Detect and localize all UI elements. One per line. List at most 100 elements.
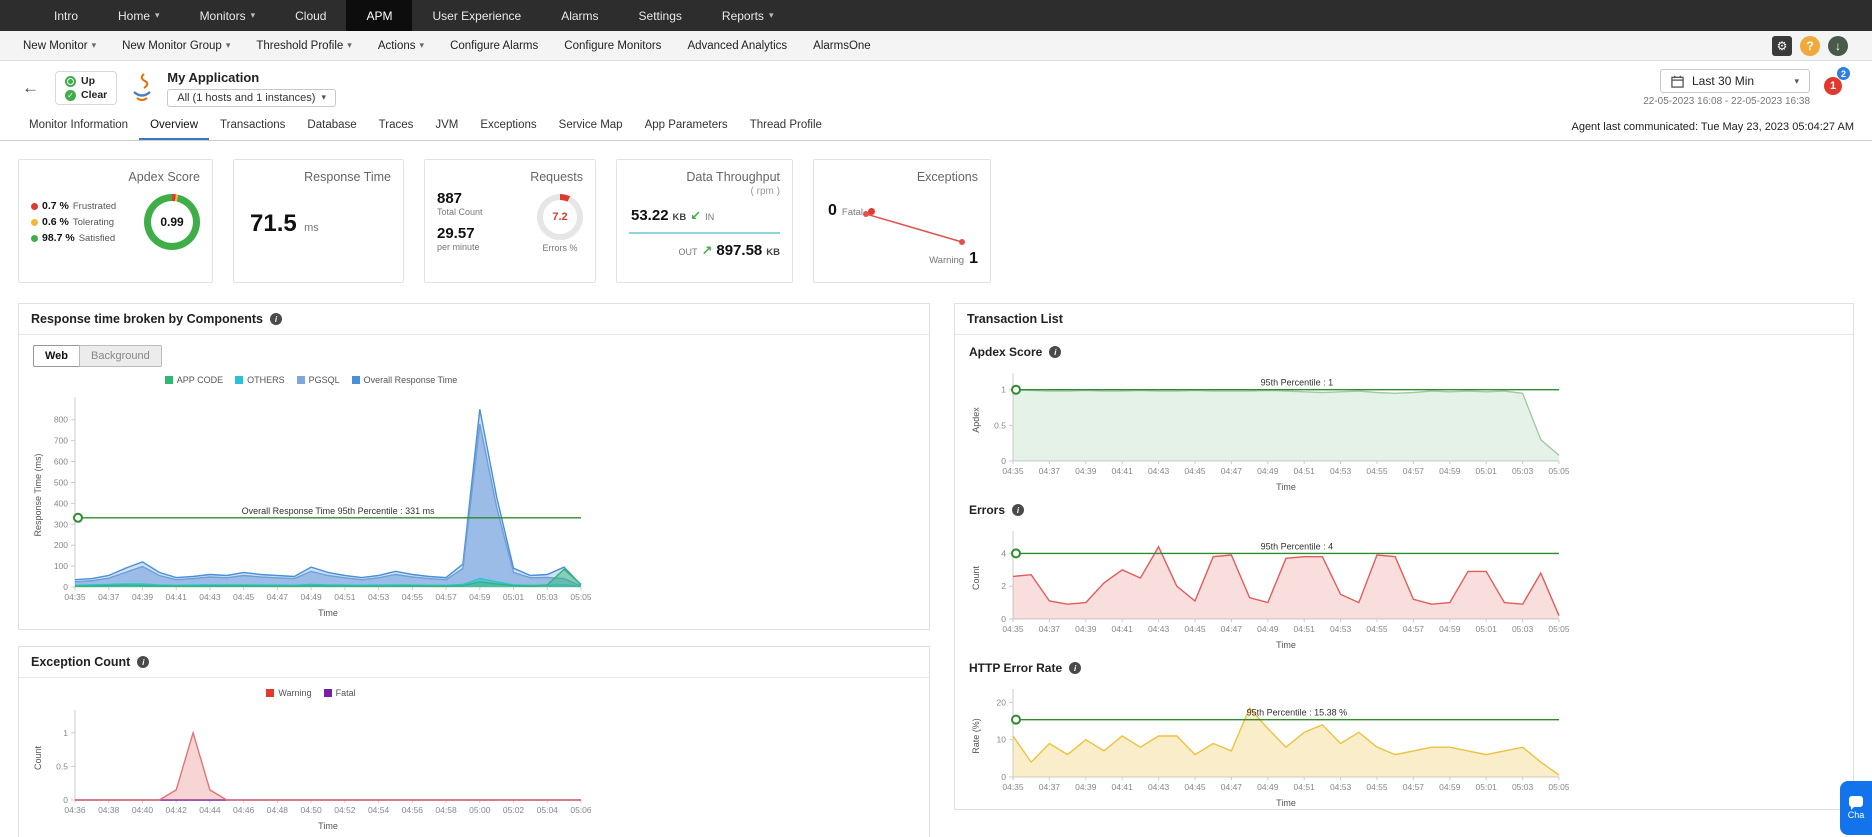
apdex_chart-svg: 0 0.5 1 04:35 04:37 04:39 04:41 04:43 04:45 04:47… [971,373,1570,492]
card-title: Apdex Score [128,170,200,184]
timeframe-dropdown[interactable]: Last 30 Min ▾ [1660,69,1810,93]
nav-settings-label: Settings [638,8,682,23]
tab-overview[interactable]: Overview [139,113,210,140]
svg-text:20: 20 [997,697,1007,707]
toggle-web[interactable]: Web [33,345,81,367]
frustrated-row: 0.7 % Frustrated [31,200,116,212]
alarmsone-button[interactable]: AlarmsOne [800,40,884,52]
tab-thread-profile[interactable]: Thread Profile [739,113,833,140]
nav-intro[interactable]: Intro [34,0,98,31]
nav-settings[interactable]: Settings [619,0,702,31]
svg-text:500: 500 [54,477,68,487]
svg-text:04:56: 04:56 [402,805,424,815]
frustrated-dot-icon [31,202,38,210]
svg-text:Rate (%): Rate (%) [971,718,981,754]
svg-text:04:49: 04:49 [300,592,322,602]
configure-alarms-button[interactable]: Configure Alarms [437,40,551,52]
apm-dashboard-page: Intro Home ▾ Monitors ▾ Cloud APM User Exp… [0,0,1872,837]
nav-user-experience[interactable]: User Experience [412,0,541,31]
monitor-status-box: Up ✓ Clear [55,71,118,105]
legend-warning[interactable]: Warning [266,688,312,698]
configure-monitors-button[interactable]: Configure Monitors [551,40,674,52]
top-navigation: Intro Home ▾ Monitors ▾ Cloud APM User Exp… [0,0,1872,31]
info-icon[interactable]: i [1012,504,1025,516]
tab-jvm[interactable]: JVM [424,113,469,140]
svg-text:04:35: 04:35 [64,592,86,602]
threshold-profile-label: Threshold Profile [256,39,344,52]
svg-text:04:55: 04:55 [1366,466,1388,476]
settings-grid-icon[interactable]: ⚙ [1772,35,1792,56]
svg-text:800: 800 [54,415,68,425]
nav-apm[interactable]: APM [346,0,413,31]
legend-app-code[interactable]: APP CODE [164,375,223,385]
nav-cloud[interactable]: Cloud [275,0,346,31]
info-icon[interactable]: i [1049,346,1062,358]
http-error-rate-chart: 0 10 20 04:35 04:37 04:39 04:41 04:43 04:45 04:47… [969,679,1570,809]
info-icon[interactable]: i [269,313,282,325]
status-up: Up [65,75,107,87]
svg-text:04:46: 04:46 [233,805,255,815]
svg-text:04:45: 04:45 [233,592,255,602]
transaction-list-header: Transaction List [955,304,1853,335]
info-icon[interactable]: i [137,656,150,668]
legend-overall-response-time[interactable]: Overall Response Time [351,375,457,385]
nav-home[interactable]: Home ▾ [98,0,180,31]
tab-traces[interactable]: Traces [368,113,425,140]
threshold-profile-button[interactable]: Threshold Profile ▾ [243,40,364,52]
nav-alarms-label: Alarms [561,8,599,23]
arrow-down-left-icon: ↙ [690,208,702,223]
toggle-background[interactable]: Background [79,345,162,367]
svg-text:04:47: 04:47 [1221,782,1243,792]
exception_count-svg: 0 0.5 1 04:36 04:38 04:40 04:42 04:44 04:46 04:48… [33,710,592,831]
advanced-analytics-button[interactable]: Advanced Analytics [674,40,800,52]
host-instance-dropdown[interactable]: All (1 hosts and 1 instances) ▾ [167,88,336,107]
tab-database[interactable]: Database [296,113,367,140]
legend-others[interactable]: OTHERS [235,375,285,385]
nav-reports[interactable]: Reports ▾ [702,0,794,31]
svg-text:04:59: 04:59 [1439,624,1461,634]
legend-pgsql[interactable]: PGSQL [296,375,340,385]
errors-section: Errors i 0 2 4 04:35 04:37 04:39 04:41 04:43 04:… [955,493,1853,651]
tab-transactions[interactable]: Transactions [209,113,296,140]
svg-text:04:50: 04:50 [300,805,322,815]
svg-text:04:57: 04:57 [1403,466,1425,476]
svg-text:04:39: 04:39 [1075,782,1097,792]
caret-down-icon: ▾ [91,40,97,50]
nav-reports-label: Reports [721,8,764,23]
back-arrow-icon[interactable]: ← [18,78,43,98]
chat-widget[interactable]: Cha [1840,781,1872,835]
secondary-count-badge[interactable]: 2 [1837,67,1850,80]
svg-text:04:47: 04:47 [1221,466,1243,476]
info-icon[interactable]: i [1069,662,1082,674]
nav-monitors[interactable]: Monitors ▾ [180,0,276,31]
tab-app-parameters[interactable]: App Parameters [634,113,739,140]
download-icon[interactable]: ↓ [1828,35,1848,56]
svg-text:04:51: 04:51 [1294,624,1316,634]
caret-down-icon: ▾ [347,40,352,50]
svg-text:04:49: 04:49 [1257,624,1279,634]
tab-monitor-information[interactable]: Monitor Information [18,113,139,140]
throughput-in-unit: KB [672,212,687,223]
actions-button[interactable]: Actions ▾ [365,40,437,52]
up-status-label: Up [81,75,95,87]
svg-text:04:39: 04:39 [132,592,154,602]
response-time-value: 71.5 [250,210,297,237]
new-monitor-group-label: New Monitor Group [122,39,222,52]
svg-text:4: 4 [1001,548,1006,558]
new-monitor-button[interactable]: New Monitor ▾ [10,40,109,52]
new-monitor-group-button[interactable]: New Monitor Group ▾ [109,40,243,52]
nav-alarms[interactable]: Alarms [541,0,618,31]
svg-text:04:37: 04:37 [1039,466,1061,476]
legend-fatal[interactable]: Fatal [323,688,356,698]
alarm-count-badge[interactable]: 1 [1824,77,1842,95]
help-icon[interactable]: ? [1800,35,1820,56]
exception-count-panel: Exception Count i Warning Fatal 0 0.5 1 04:3… [18,646,930,837]
time-range-text: 22-05-2023 16:08 - 22-05-2023 16:38 [1643,96,1810,107]
svg-text:95th Percentile : 4: 95th Percentile : 4 [1261,541,1334,551]
card-title: Response Time [304,170,391,184]
tab-exceptions[interactable]: Exceptions [469,113,547,140]
svg-text:Time: Time [1276,640,1296,650]
caret-down-icon: ▾ [1794,75,1799,86]
svg-text:0: 0 [1001,456,1006,466]
tab-service-map[interactable]: Service Map [548,113,634,140]
